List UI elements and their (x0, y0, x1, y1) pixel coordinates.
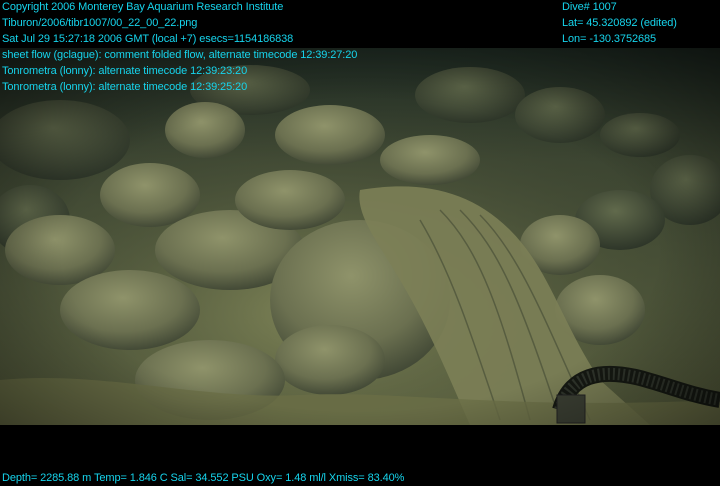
copyright-line: Copyright 2006 Monterey Bay Aquarium Res… (2, 1, 284, 13)
longitude: Lon= -130.3752685 (562, 33, 657, 45)
overlay-metadata-top-right: Dive# 1007 Lat= 45.320892 (edited) Lon= … (562, 0, 677, 48)
latitude: Lat= 45.320892 (edited) (562, 17, 677, 29)
timestamp-line: Sat Jul 29 15:27:18 2006 GMT (local +7) … (2, 33, 294, 45)
dive-number: Dive# 1007 (562, 1, 617, 13)
seafloor-scene (0, 48, 720, 425)
annotation-line: Tonrometra (lonny): alternate timecode 1… (2, 65, 248, 77)
overlay-metadata-top-left: Copyright 2006 Monterey Bay Aquarium Res… (2, 0, 357, 96)
annotation-line: Tonrometra (lonny): alternate timecode 1… (2, 81, 248, 93)
image-path-line: Tiburon/2006/tibr1007/00_22_00_22.png (2, 17, 198, 29)
annotation-line: sheet flow (gclague): comment folded flo… (2, 49, 358, 61)
sensor-readout: Depth= 2285.88 m Temp= 1.846 C Sal= 34.5… (2, 472, 405, 484)
